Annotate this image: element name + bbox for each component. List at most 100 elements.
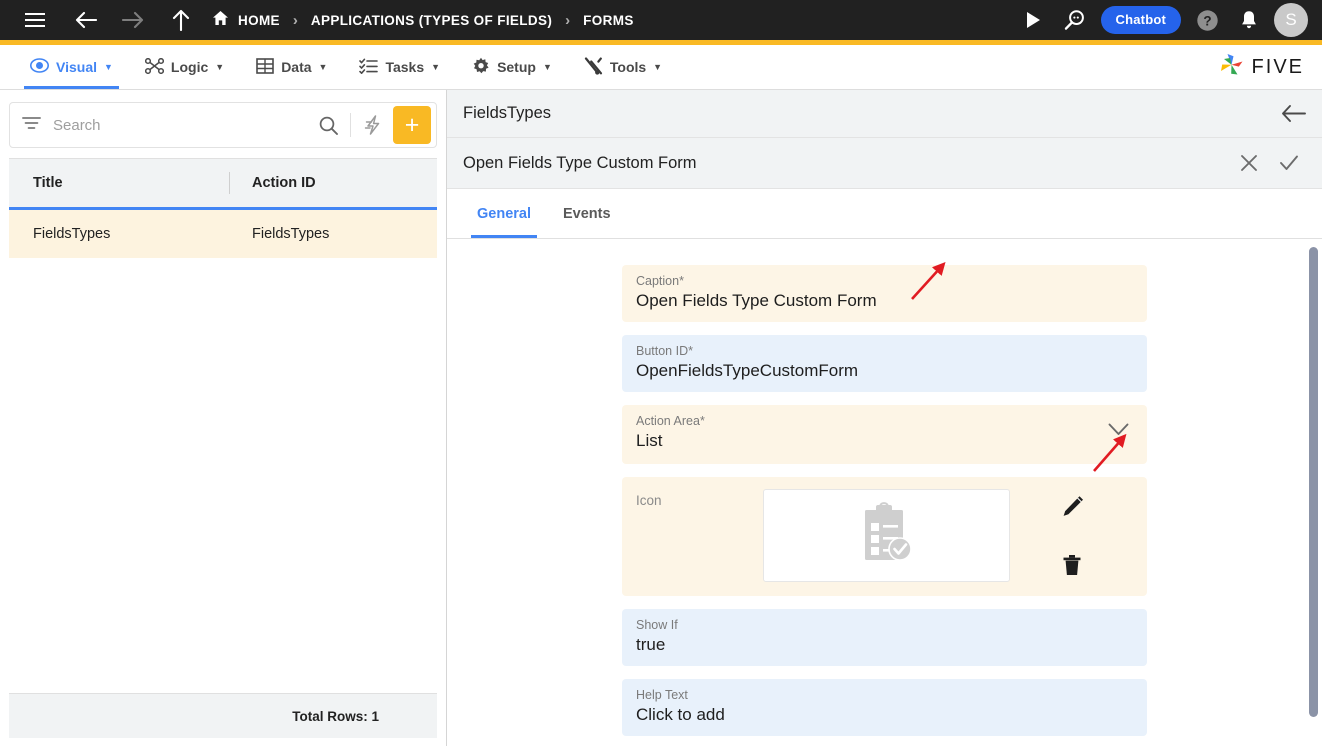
menu-label-visual: Visual [56, 59, 97, 75]
search-icon[interactable] [312, 109, 344, 141]
field-value-help-text: Click to add [636, 705, 1133, 725]
nav-forward-icon[interactable] [116, 3, 150, 37]
detail-panel-title: FieldsTypes [463, 104, 551, 123]
form-tabs: General Events [447, 189, 1322, 239]
lightning-bolt-icon[interactable] [357, 109, 389, 141]
chevron-down-icon-tasks: ▼ [431, 63, 440, 72]
breadcrumb-label-home: HOME [238, 13, 280, 28]
field-value-show-if: true [636, 635, 1133, 655]
menu-item-tools[interactable]: Tools ▼ [568, 45, 678, 89]
chevron-down-icon-logic: ▼ [215, 63, 224, 72]
nav-up-icon[interactable] [164, 3, 198, 37]
module-menu-bar: Visual ▼ Logic ▼ Data ▼ Tasks ▼ Setup ▼ [0, 45, 1322, 90]
confirm-check-icon[interactable] [1272, 146, 1306, 180]
table-row[interactable]: FieldsTypes FieldsTypes [9, 210, 437, 258]
field-value-button-id: OpenFieldsTypeCustomForm [636, 361, 1133, 381]
icon-preview-box[interactable] [763, 489, 1010, 582]
table-grid-icon [256, 58, 274, 77]
field-label-caption: Caption* [636, 274, 1133, 288]
user-avatar[interactable]: S [1274, 3, 1308, 37]
top-navigation-bar: HOME › APPLICATIONS (TYPES OF FIELDS) › … [0, 0, 1322, 45]
list-table-header: Title Action ID [9, 158, 437, 210]
icon-field-actions [1010, 489, 1133, 582]
tab-events[interactable]: Events [547, 189, 627, 238]
menu-label-tasks: Tasks [385, 59, 424, 75]
column-divider [229, 172, 230, 194]
detail-panel-header: FieldsTypes [447, 90, 1322, 138]
column-header-title[interactable]: Title [33, 175, 229, 191]
form-scrollbar[interactable] [1309, 243, 1318, 742]
right-detail-panel: FieldsTypes Open Fields Type Custom Form… [447, 90, 1322, 746]
total-rows-label: Total Rows: 1 [9, 693, 437, 738]
pencil-edit-icon[interactable] [1058, 493, 1086, 521]
trash-delete-icon[interactable] [1062, 554, 1082, 576]
scrollbar-thumb[interactable] [1309, 247, 1318, 717]
form-header: Open Fields Type Custom Form [447, 138, 1322, 189]
tab-label-events: Events [563, 206, 611, 222]
menu-label-data: Data [281, 59, 311, 75]
field-show-if[interactable]: Show If true [622, 609, 1147, 666]
field-help-text[interactable]: Help Text Click to add [622, 679, 1147, 736]
chatbot-button[interactable]: Chatbot [1101, 6, 1182, 34]
chevron-down-icon-action-area[interactable] [1108, 423, 1129, 441]
cell-action-id: FieldsTypes [252, 226, 329, 242]
required-marker-button-id: * [688, 344, 693, 358]
main-content: + Title Action ID FieldsTypes FieldsType… [0, 90, 1322, 746]
required-marker-caption: * [679, 274, 684, 288]
menu-item-logic[interactable]: Logic ▼ [129, 45, 240, 89]
label-text-action-area: Action Area [636, 414, 700, 428]
tab-label-general: General [477, 206, 531, 222]
menu-item-setup[interactable]: Setup ▼ [456, 45, 568, 89]
form-scroll-area: Caption* Open Fields Type Custom Form Bu… [447, 239, 1322, 746]
search-input[interactable] [41, 117, 312, 134]
chevron-down-icon-setup: ▼ [543, 63, 552, 72]
field-caption[interactable]: Caption* Open Fields Type Custom Form [622, 265, 1147, 322]
field-action-area[interactable]: Action Area* List [622, 405, 1147, 464]
gear-icon [472, 57, 490, 78]
breadcrumb-home[interactable]: HOME [212, 10, 280, 31]
brand-text: FIVE [1252, 56, 1304, 79]
checklist-icon [359, 58, 378, 77]
run-play-icon[interactable] [1016, 3, 1050, 37]
tab-general[interactable]: General [461, 189, 547, 238]
five-pinwheel-icon [1218, 52, 1245, 83]
required-marker-action-area: * [700, 414, 705, 428]
label-text-button-id: Button ID [636, 344, 688, 358]
search-toolbar: + [9, 102, 437, 148]
field-icon[interactable]: Icon [622, 477, 1147, 596]
svg-text:?: ? [1203, 13, 1211, 28]
breadcrumb-separator-2: › [552, 12, 583, 29]
field-label-show-if: Show If [636, 618, 1133, 632]
breadcrumb-applications[interactable]: APPLICATIONS (TYPES OF FIELDS) [311, 13, 552, 28]
menu-item-visual[interactable]: Visual ▼ [14, 45, 129, 89]
field-label-icon: Icon [636, 489, 763, 508]
field-button-id[interactable]: Button ID* OpenFieldsTypeCustomForm [622, 335, 1147, 392]
notifications-bell-icon[interactable] [1232, 3, 1266, 37]
nav-back-icon[interactable] [68, 3, 102, 37]
add-record-button[interactable]: + [393, 106, 431, 144]
detail-back-icon[interactable] [1281, 104, 1306, 123]
logic-nodes-icon [145, 58, 164, 77]
field-label-help-text: Help Text [636, 688, 1133, 702]
close-icon[interactable] [1232, 146, 1266, 180]
column-header-action-id[interactable]: Action ID [252, 175, 316, 191]
search-chat-icon[interactable] [1058, 3, 1092, 37]
chevron-down-icon-visual: ▼ [104, 63, 113, 72]
cell-title: FieldsTypes [33, 226, 252, 242]
five-brand-logo: FIVE [1218, 45, 1304, 89]
home-icon [212, 10, 229, 31]
tools-icon [584, 57, 603, 78]
hamburger-menu-icon[interactable] [18, 3, 52, 37]
breadcrumb-forms[interactable]: FORMS [583, 13, 634, 28]
menu-item-data[interactable]: Data ▼ [240, 45, 343, 89]
filter-icon[interactable] [22, 116, 41, 135]
menu-label-logic: Logic [171, 59, 208, 75]
field-value-action-area: List [636, 431, 1133, 451]
field-label-button-id: Button ID* [636, 344, 1133, 358]
menu-label-tools: Tools [610, 59, 646, 75]
clipboard-checklist-icon [859, 502, 915, 569]
chevron-down-icon-data: ▼ [319, 63, 328, 72]
help-icon[interactable]: ? [1190, 3, 1224, 37]
field-value-caption: Open Fields Type Custom Form [636, 291, 1133, 311]
menu-item-tasks[interactable]: Tasks ▼ [343, 45, 456, 89]
